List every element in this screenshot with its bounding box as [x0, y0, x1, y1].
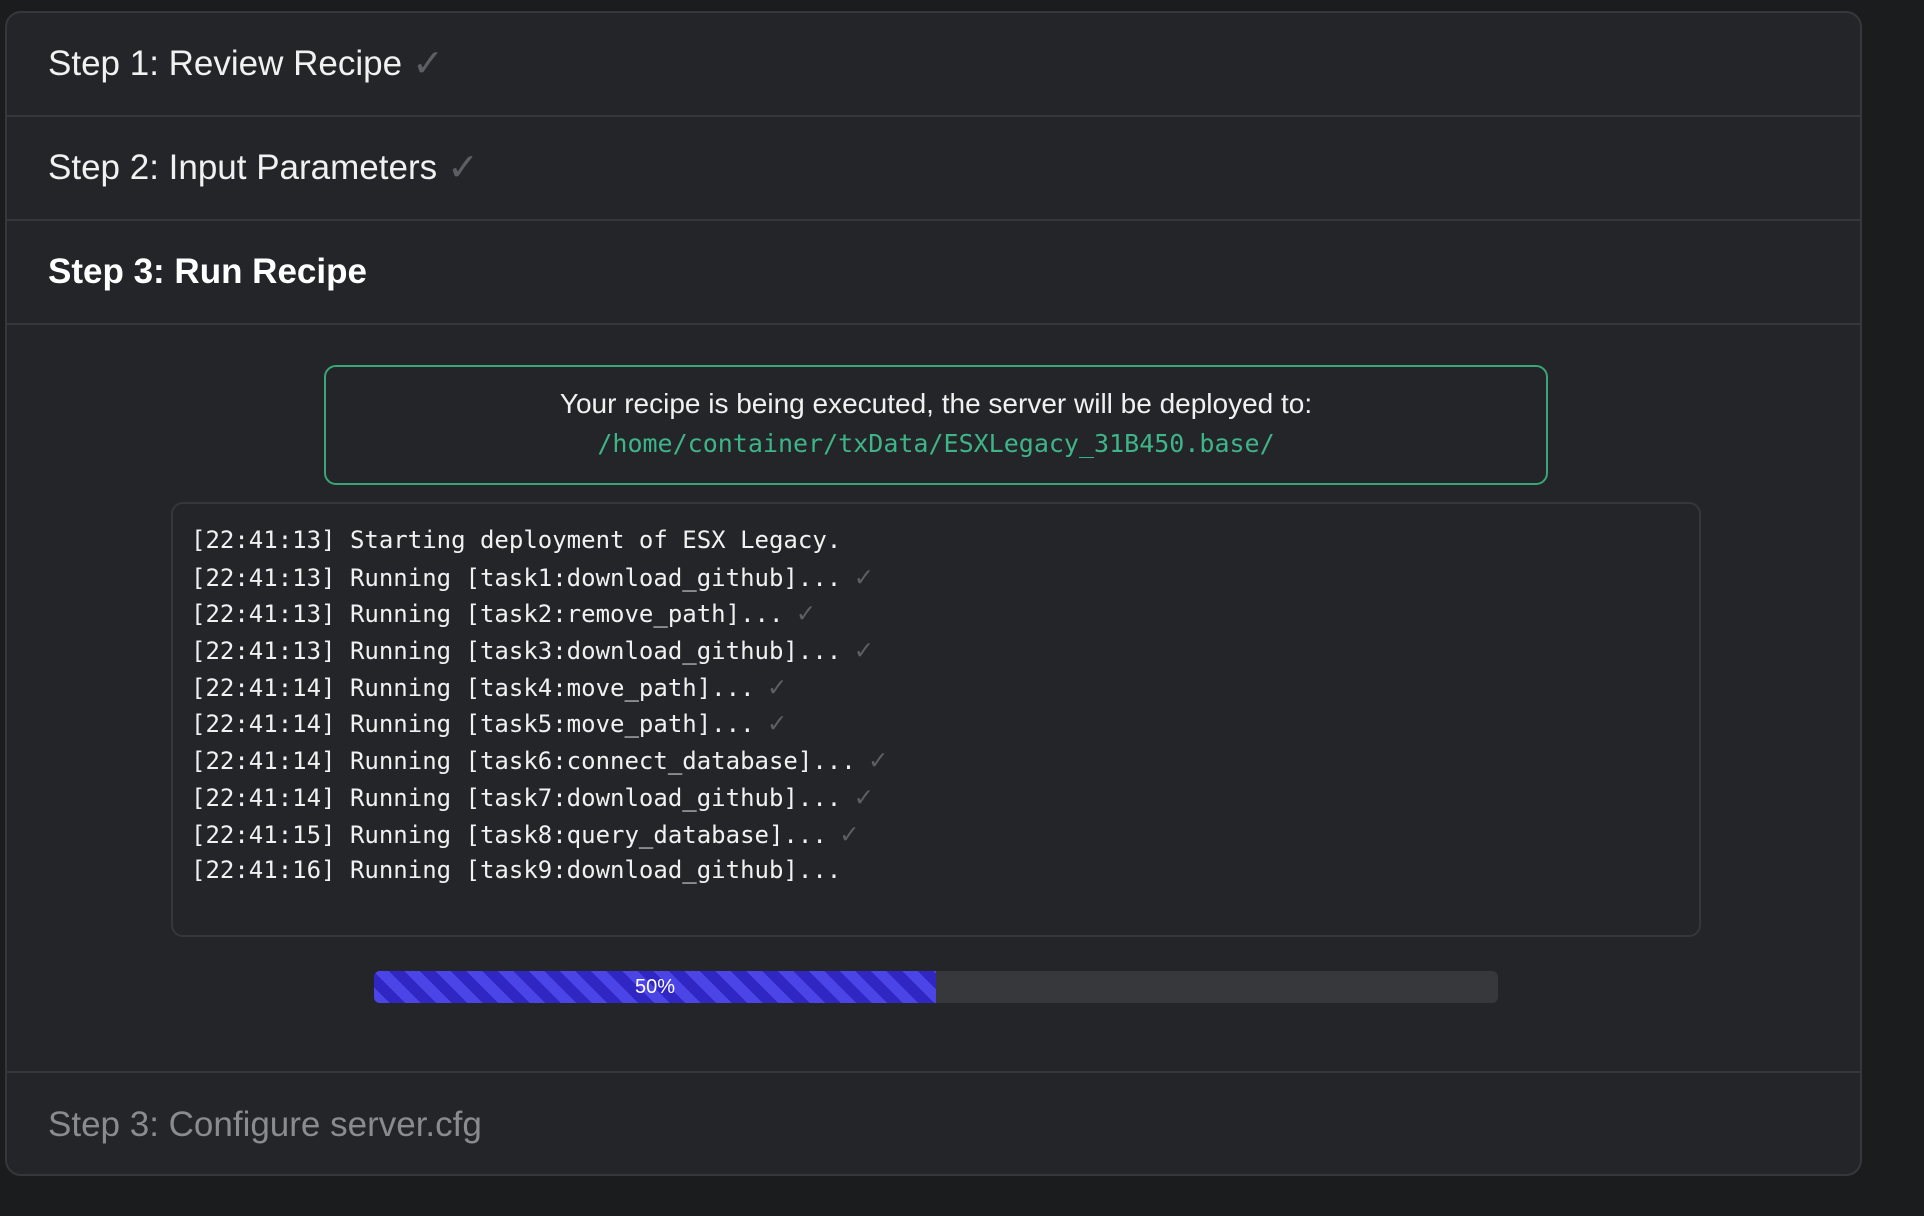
step-1-title: Step 1: Review Recipe [48, 44, 403, 83]
deployment-notice-text: Your recipe is being executed, the serve… [559, 388, 1313, 419]
log-check-icon: ✓ [855, 633, 873, 667]
step-3-body: Your recipe is being executed, the serve… [7, 325, 1860, 1073]
log-check-icon: ✓ [855, 779, 873, 813]
log-line-text: [22:41:13] Running [task3:download_githu… [191, 637, 842, 666]
log-line: [22:41:16] Running [task9:download_githu… [191, 852, 1681, 889]
log-line: [22:41:14] Running [task5:move_path]... ✓ [191, 705, 1681, 742]
log-line: [22:41:14] Running [task4:move_path]... ✓ [191, 669, 1681, 706]
log-check-icon: ✓ [768, 669, 786, 703]
deployment-progress-bar: 50% [374, 971, 1498, 1003]
log-line-text: [22:41:13] Starting deployment of ESX Le… [191, 526, 842, 554]
deployment-notice: Your recipe is being executed, the serve… [324, 365, 1548, 485]
log-line: [22:41:13] Running [task3:download_githu… [191, 632, 1681, 669]
log-check-icon: ✓ [855, 559, 873, 593]
log-line: [22:41:14] Running [task6:connect_databa… [191, 742, 1681, 779]
deployment-log[interactable]: [22:41:13] Starting deployment of ESX Le… [171, 502, 1701, 937]
log-check-icon: ✓ [768, 706, 786, 740]
progress-label: 50% [634, 975, 676, 998]
log-check-icon: ✓ [840, 816, 858, 850]
step-1-check-icon: ✓ [412, 43, 444, 85]
log-check-icon: ✓ [869, 743, 887, 777]
log-check-icon: ✓ [797, 596, 815, 630]
step-4-title: Step 3: Configure server.cfg [48, 1105, 482, 1144]
step-2-check-icon: ✓ [447, 147, 479, 189]
log-line: [22:41:14] Running [task7:download_githu… [191, 779, 1681, 816]
log-line-text: [22:41:14] Running [task5:move_path]... [191, 710, 755, 739]
progress-fill: 50% [374, 971, 936, 1003]
log-line-text: [22:41:14] Running [task4:move_path]... [191, 673, 755, 702]
step-1-header[interactable]: Step 1: Review Recipe ✓ [7, 13, 1860, 117]
recipe-stepper: Step 1: Review Recipe ✓ Step 2: Input Pa… [5, 11, 1862, 1176]
step-3-title: Step 3: Run Recipe [48, 252, 367, 291]
log-line-text: [22:41:14] Running [task7:download_githu… [191, 783, 842, 812]
log-line-text: [22:41:13] Running [task2:remove_path]..… [191, 600, 784, 629]
log-line: [22:41:13] Starting deployment of ESX Le… [191, 522, 1681, 559]
log-line-text: [22:41:15] Running [task8:query_database… [191, 820, 827, 849]
log-line: [22:41:15] Running [task8:query_database… [191, 816, 1681, 853]
log-line: [22:41:13] Running [task2:remove_path]..… [191, 595, 1681, 632]
log-line-text: [22:41:16] Running [task9:download_githu… [191, 856, 842, 885]
deployment-path: /home/container/txData/ESXLegacy_31B450.… [597, 428, 1275, 458]
log-line-text: [22:41:14] Running [task6:connect_databa… [191, 747, 856, 776]
log-line: [22:41:13] Running [task1:download_githu… [191, 559, 1681, 596]
step-2-title: Step 2: Input Parameters [48, 148, 438, 187]
step-4-header: Step 3: Configure server.cfg [7, 1073, 1860, 1174]
step-2-header[interactable]: Step 2: Input Parameters ✓ [7, 117, 1860, 221]
step-3-header[interactable]: Step 3: Run Recipe [7, 221, 1860, 325]
log-line-text: [22:41:13] Running [task1:download_githu… [191, 563, 842, 592]
